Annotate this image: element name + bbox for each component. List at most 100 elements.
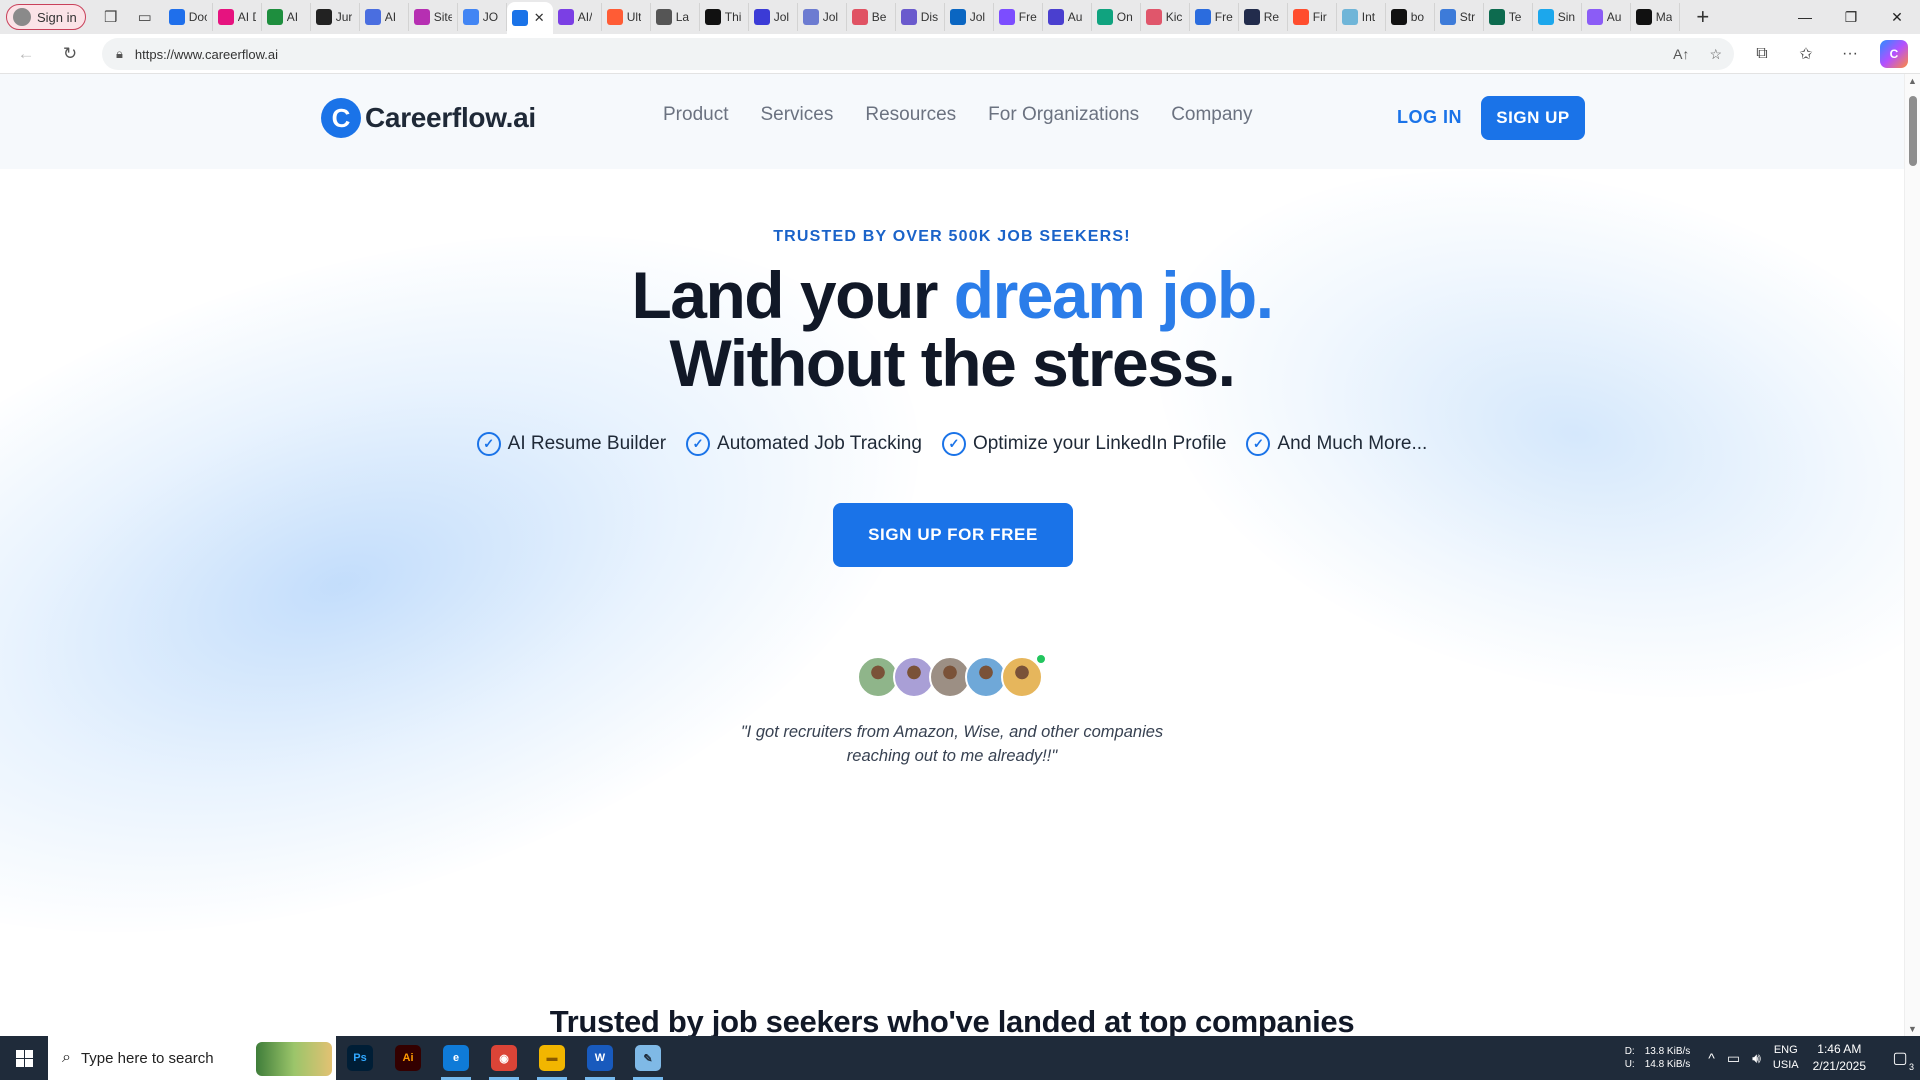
linkedin-icon: [949, 9, 966, 25]
quote-line: "I got recruiters from Amazon, Wise, and…: [740, 723, 1164, 741]
minimize-icon[interactable]: —: [1782, 0, 1828, 34]
browser-tab[interactable]: Au: [1043, 3, 1092, 31]
clock[interactable]: 1:46 AM 2/21/2025: [1813, 1041, 1866, 1075]
feature-list: ✓ AI Resume Builder ✓ Automated Job Trac…: [0, 432, 1904, 456]
hero-eyebrow: TRUSTED BY OVER 500K JOB SEEKERS!: [773, 228, 1131, 245]
site-logo[interactable]: C Careerflow.ai: [321, 98, 536, 138]
tab-title: Thi: [724, 10, 742, 24]
profile-avatar-icon: [13, 8, 31, 26]
read-aloud-icon[interactable]: A↑: [1673, 46, 1689, 62]
taskbar-app-notepad[interactable]: ✎: [624, 1036, 672, 1080]
taskbar-app-word[interactable]: W: [576, 1036, 624, 1080]
browser-tab[interactable]: JO: [458, 3, 507, 31]
scrollbar-thumb[interactable]: [1909, 96, 1917, 166]
browser-tab[interactable]: AI D: [213, 3, 262, 31]
browser-tab[interactable]: bo: [1386, 3, 1435, 31]
clover-icon: [1635, 9, 1652, 25]
scroll-up-icon[interactable]: ▲: [1908, 76, 1917, 86]
browser-tab[interactable]: Kic: [1141, 3, 1190, 31]
taskbar-app-illustrator[interactable]: Ai: [384, 1036, 432, 1080]
browser-tab[interactable]: Fir: [1288, 3, 1337, 31]
page-scrollbar[interactable]: ▲ ▼: [1904, 74, 1920, 1036]
browser-tab[interactable]: Thi: [700, 3, 749, 31]
browser-tab[interactable]: Jur: [311, 3, 360, 31]
taskbar-app-photoshop[interactable]: Ps: [336, 1036, 384, 1080]
refresh-icon[interactable]: ↻: [52, 38, 88, 70]
nav-company[interactable]: Company: [1171, 104, 1252, 126]
taskbar-app-chrome[interactable]: ◉: [480, 1036, 528, 1080]
network-icon[interactable]: ▭: [1727, 1050, 1740, 1067]
browser-tab[interactable]: Sin: [1533, 3, 1582, 31]
browser-tab[interactable]: On: [1092, 3, 1141, 31]
restore-icon[interactable]: ❐: [1828, 0, 1874, 34]
tab-title: Jur: [335, 10, 353, 24]
taskbar-app-edge[interactable]: e: [432, 1036, 480, 1080]
nav-product[interactable]: Product: [663, 104, 728, 126]
browser-tab[interactable]: Fre: [1190, 3, 1239, 31]
taskbar-app-file-explorer[interactable]: ▬: [528, 1036, 576, 1080]
lock-icon[interactable]: 🔒︎: [116, 46, 123, 62]
taskbar-search[interactable]: ⌕ Type here to search: [48, 1036, 336, 1080]
testimonial-quote: "I got recruiters from Amazon, Wise, and…: [0, 720, 1904, 768]
browser-tab[interactable]: Ma: [1631, 3, 1680, 31]
browser-tab[interactable]: AI: [360, 3, 409, 31]
browser-tab[interactable]: Site: [409, 3, 458, 31]
tab-title: Ult: [626, 10, 642, 24]
online-indicator: [1036, 654, 1046, 664]
favorites-icon[interactable]: ✩: [1792, 40, 1820, 68]
login-link[interactable]: LOG IN: [1397, 107, 1462, 128]
settings-more-icon[interactable]: ···: [1836, 40, 1864, 68]
section-heading: Trusted by job seekers who've landed at …: [549, 1004, 1355, 1036]
bot-icon: [802, 9, 819, 25]
browser-tab[interactable]: Int: [1337, 3, 1386, 31]
favorite-star-icon[interactable]: ☆: [1709, 46, 1722, 63]
browser-tab[interactable]: Be: [847, 3, 896, 31]
check-circle-icon: ✓: [476, 432, 501, 456]
start-button[interactable]: [0, 1036, 48, 1080]
copilot-icon[interactable]: C: [1880, 40, 1908, 68]
profile-button[interactable]: Sign in: [6, 4, 86, 30]
browser-tab[interactable]: Te: [1484, 3, 1533, 31]
feature-item: ✓ AI Resume Builder: [476, 432, 666, 456]
nav-resources[interactable]: Resources: [865, 104, 956, 126]
windows-logo-icon: [15, 1049, 33, 1067]
browser-tab[interactable]: ✕: [506, 2, 553, 34]
browser-tab[interactable]: Jol: [945, 3, 994, 31]
browser-tab[interactable]: Dis: [896, 3, 945, 31]
browser-tab[interactable]: Ult: [602, 3, 651, 31]
language-indicator[interactable]: ENG USIA: [1773, 1043, 1799, 1073]
browser-tab[interactable]: Fre: [994, 3, 1043, 31]
chevron-up-icon[interactable]: ^: [1708, 1050, 1715, 1066]
signup-button[interactable]: SIGN UP: [1481, 96, 1585, 140]
close-tab-icon[interactable]: ✕: [534, 10, 545, 26]
user-avatars: [857, 654, 1046, 698]
browser-tab[interactable]: Au: [1582, 3, 1631, 31]
back-arrow-icon[interactable]: ←: [8, 38, 44, 70]
browser-tab[interactable]: Jol: [798, 3, 847, 31]
notification-icon[interactable]: ▢ 3: [1880, 1036, 1920, 1080]
nav-services[interactable]: Services: [760, 104, 833, 126]
browser-tab[interactable]: La: [651, 3, 700, 31]
browser-tab[interactable]: AI/: [553, 3, 602, 31]
signup-free-button[interactable]: SIGN UP FOR FREE: [833, 503, 1073, 567]
workspaces-icon[interactable]: ❒: [96, 3, 126, 31]
close-window-icon[interactable]: ✕: [1874, 0, 1920, 34]
browser-tab[interactable]: Jol: [749, 3, 798, 31]
url-text[interactable]: https://www.careerflow.ai: [135, 47, 278, 62]
volume-icon[interactable]: 🔊︎: [1752, 1050, 1761, 1067]
browser-tab[interactable]: Str: [1435, 3, 1484, 31]
taskbar-apps: Ps Ai e ◉ ▬ W ✎: [336, 1036, 672, 1080]
browser-tab[interactable]: Doc: [164, 3, 213, 31]
search-highlight-image: [256, 1042, 332, 1076]
extensions-icon[interactable]: ⧉: [1748, 40, 1776, 68]
drop-icon: [1341, 9, 1358, 25]
browser-tab[interactable]: AI: [262, 3, 311, 31]
tab-title: bo: [1410, 10, 1425, 24]
browser-tab[interactable]: Re: [1239, 3, 1288, 31]
nav-for-organizations[interactable]: For Organizations: [988, 104, 1139, 126]
new-tab-button[interactable]: +: [1686, 3, 1720, 31]
tab-actions-icon[interactable]: ▭: [130, 3, 160, 31]
scroll-down-icon[interactable]: ▼: [1908, 1024, 1917, 1034]
feature-label: Automated Job Tracking: [717, 433, 922, 454]
address-bar[interactable]: 🔒︎ https://www.careerflow.ai A↑ ☆: [102, 38, 1734, 70]
